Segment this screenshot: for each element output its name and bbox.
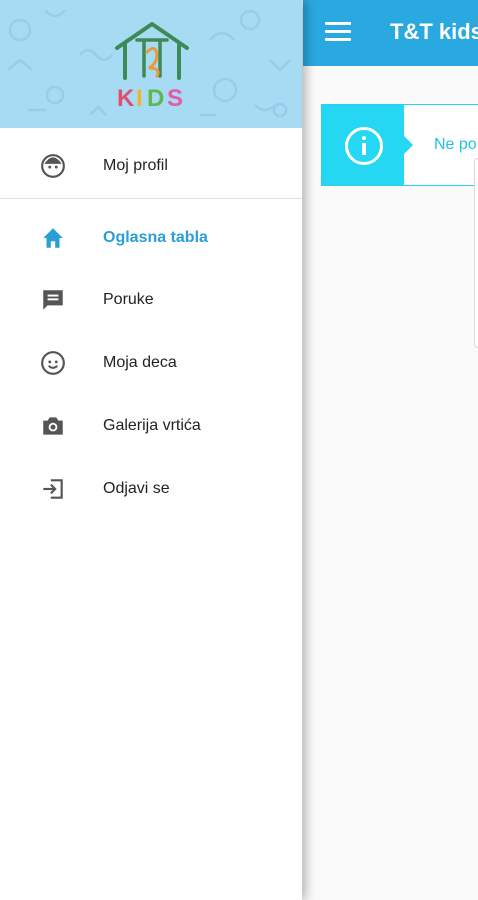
app-bar: T&T kids [303, 0, 478, 66]
card-edge [474, 158, 478, 348]
menu-label-galerija: Galerija vrtića [103, 417, 201, 434]
menu-label-oglasna-tabla: Oglasna tabla [103, 229, 208, 246]
logout-icon [43, 479, 63, 499]
svg-text:I: I [136, 85, 143, 112]
info-icon [345, 127, 383, 165]
notice-icon-box [322, 105, 413, 185]
child-face-icon [41, 351, 65, 375]
menu-label-moja-deca: Moja deca [103, 354, 177, 371]
notice-banner: Ne po [321, 104, 478, 186]
menu-label-profile: Moj profil [103, 157, 168, 174]
drawer-header: K I D S [0, 0, 302, 128]
svg-text:D: D [147, 85, 164, 112]
navigation-drawer: K I D S Moj profil Oglasna tabla Poruke [0, 0, 302, 900]
menu-item-galerija[interactable]: Galerija vrtića [0, 394, 302, 456]
svg-text:K: K [117, 85, 135, 112]
kids-logo: K I D S [115, 22, 189, 112]
app-title: T&T kids [390, 19, 478, 44]
svg-text:S: S [167, 85, 183, 112]
hamburger-icon[interactable] [325, 22, 351, 42]
notice-text: Ne po [434, 136, 477, 153]
menu-item-odjavi-se[interactable]: Odjavi se [0, 457, 302, 519]
menu-item-profile[interactable]: Moj profil [0, 134, 302, 199]
menu-item-oglasna-tabla[interactable]: Oglasna tabla [0, 206, 302, 268]
home-icon [43, 228, 63, 248]
face-icon [41, 154, 65, 178]
menu-item-poruke[interactable]: Poruke [0, 268, 302, 330]
message-icon [43, 290, 63, 310]
camera-icon [43, 417, 63, 435]
menu-item-moja-deca[interactable]: Moja deca [0, 331, 302, 393]
menu-label-odjavi-se: Odjavi se [103, 480, 170, 497]
menu-label-poruke: Poruke [103, 291, 154, 308]
